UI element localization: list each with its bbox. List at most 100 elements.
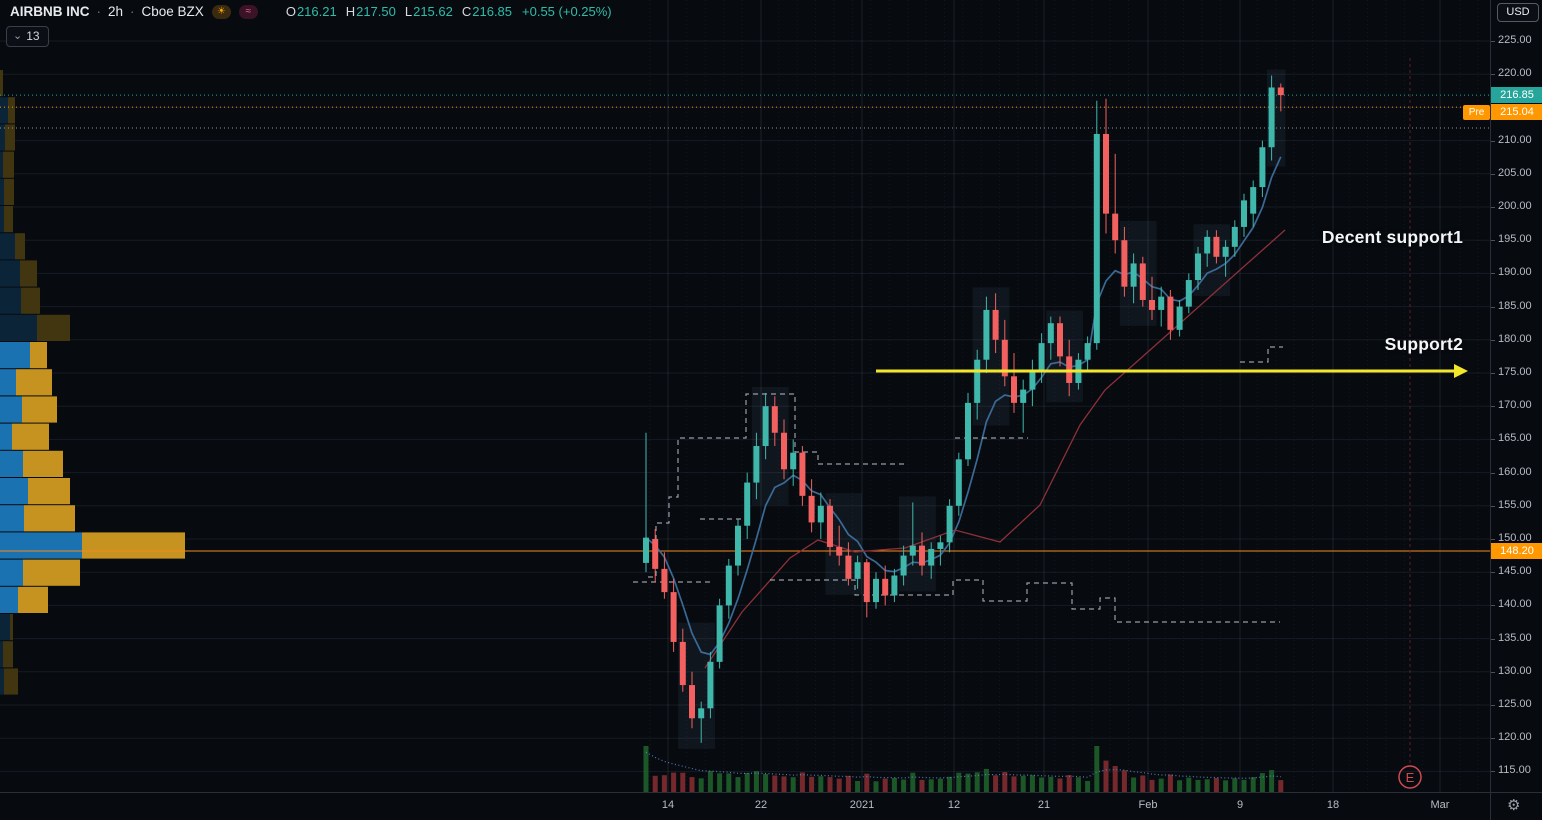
candle-body-up <box>1241 200 1247 227</box>
price-tick-label: 225.00 <box>1498 34 1532 46</box>
volume-bar <box>983 768 989 792</box>
candle-body-up <box>1038 343 1045 370</box>
candle-body-down <box>679 641 686 686</box>
volume-bar <box>753 771 759 792</box>
candle-body-up <box>744 482 751 526</box>
candle-body-up <box>817 505 824 523</box>
volume-bar <box>1204 779 1210 792</box>
candle-body-down <box>919 545 925 566</box>
candle-body-up <box>900 555 907 576</box>
candle-body-up <box>974 359 981 403</box>
volume-bar <box>1066 775 1072 792</box>
volume-bar <box>661 775 667 792</box>
price-tick-label: 165.00 <box>1498 432 1532 445</box>
symbol-name[interactable]: AIRBNB INC <box>10 4 90 19</box>
volume-bar <box>910 772 916 792</box>
price-tick-mark <box>1491 738 1495 740</box>
volume-bar <box>1213 778 1219 792</box>
candle-body-up <box>1176 306 1183 330</box>
open-value: O216.21 <box>285 4 337 19</box>
volume-profile-sell-bar <box>0 70 3 97</box>
volume-bar <box>680 772 686 792</box>
volume-profile-buy-bar <box>0 396 22 423</box>
price-tick-mark <box>1491 605 1495 607</box>
volume-profile-buy-bar <box>0 151 3 178</box>
market-status-sunrise-icon[interactable]: ☀ <box>211 4 231 19</box>
volume-profile-sell-bar <box>12 423 49 450</box>
candle-body-up <box>1231 226 1238 247</box>
candle-body-down <box>1149 299 1155 310</box>
volume-profile-sell-bar <box>4 178 14 205</box>
candle-body-up <box>753 446 760 483</box>
support-arrow-head[interactable] <box>1454 364 1468 379</box>
volume-bar <box>717 773 723 792</box>
candle-body-up <box>1093 133 1100 344</box>
price-tick-label: 175.00 <box>1498 366 1532 378</box>
gear-icon[interactable]: ⚙ <box>1507 796 1520 814</box>
data-delay-squiggle-icon[interactable]: ≈ <box>238 4 258 19</box>
time-tick-label: 14 <box>661 799 675 811</box>
annotation-support2[interactable]: Support2 <box>1385 334 1463 355</box>
candle-body-up <box>873 578 879 603</box>
time-axis[interactable]: 14 22 2021 12 21 Feb 9 18 Mar <box>0 792 1490 820</box>
volume-profile-buy-bar <box>0 505 24 532</box>
volume-bar <box>707 771 713 792</box>
candle-body-down <box>836 546 843 556</box>
candle-body-up <box>643 537 649 563</box>
candle-body-up <box>854 562 861 579</box>
price-tick-label: 125.00 <box>1498 698 1532 710</box>
price-tick-label: 185.00 <box>1498 299 1532 312</box>
volume-bar <box>698 778 704 792</box>
volume-profile-sell-bar <box>3 151 14 178</box>
premarket-pre-chip: Pre <box>1463 105 1490 121</box>
volume-profile-sell-bar <box>20 260 37 287</box>
volume-bar <box>1186 777 1192 792</box>
volume-bar <box>735 777 741 792</box>
time-tick-label: 21 <box>1037 799 1051 811</box>
price-axis[interactable]: USD 225.00 220.00 210.00 205.00 200.00 195.00… <box>1490 0 1542 792</box>
volume-bar <box>1177 780 1183 792</box>
candle-body-down <box>882 578 889 596</box>
volume-bar <box>1167 774 1173 792</box>
volume-bar <box>993 775 999 792</box>
currency-toggle-button[interactable]: USD <box>1497 3 1539 22</box>
candle-body-up <box>1047 323 1054 344</box>
candle-body-up <box>1185 280 1192 307</box>
candle-body-up <box>725 565 732 606</box>
candle-body-up <box>762 406 769 447</box>
candle-body-up <box>790 452 797 470</box>
price-tick-label: 155.00 <box>1498 498 1532 511</box>
candle-body-up <box>909 545 916 556</box>
price-tick-label: 145.00 <box>1498 565 1532 578</box>
time-tick-label: 9 <box>1236 799 1244 811</box>
candle-body-down <box>1277 87 1284 96</box>
chart-canvas[interactable]: E <box>0 0 1490 792</box>
volume-profile-sell-bar <box>30 342 47 369</box>
collapsed-indicators-button[interactable]: ⌄ 13 <box>6 26 49 47</box>
exchange-label[interactable]: Cboe BZX <box>142 4 204 19</box>
volume-profile-buy-bar <box>0 287 21 314</box>
chevron-down-icon: ⌄ <box>13 29 23 42</box>
annotation-decent-support1[interactable]: Decent support1 <box>1322 227 1463 248</box>
volume-bar <box>873 781 879 792</box>
candle-body-up <box>965 402 971 460</box>
volume-bar <box>689 777 695 792</box>
price-tick-label: 190.00 <box>1498 266 1532 279</box>
ohlc-readout: O216.21 H217.50 L215.62 C216.85 +0.55 (+… <box>286 4 612 19</box>
candle-body-up <box>1020 389 1027 403</box>
trading-chart-app: E AIRBNB INC · 2h · Cboe BZX ☀ ≈ O216.21… <box>0 0 1542 820</box>
candle-body-up <box>1250 187 1257 214</box>
volume-bar <box>901 779 907 792</box>
candle-body-up <box>1268 87 1275 148</box>
change-value: +0.55 (+0.25%) <box>522 4 612 19</box>
volume-bar <box>1075 777 1081 792</box>
candle-body-down <box>781 432 787 470</box>
price-tick-mark <box>1491 539 1495 540</box>
interval-label[interactable]: 2h <box>108 4 123 19</box>
candle-body-up <box>1259 147 1266 188</box>
candle-body-up <box>955 459 962 506</box>
volume-bar <box>845 775 851 792</box>
volume-bar <box>1140 775 1146 792</box>
volume-profile-sell-bar <box>28 478 70 505</box>
volume-bar <box>882 778 888 792</box>
